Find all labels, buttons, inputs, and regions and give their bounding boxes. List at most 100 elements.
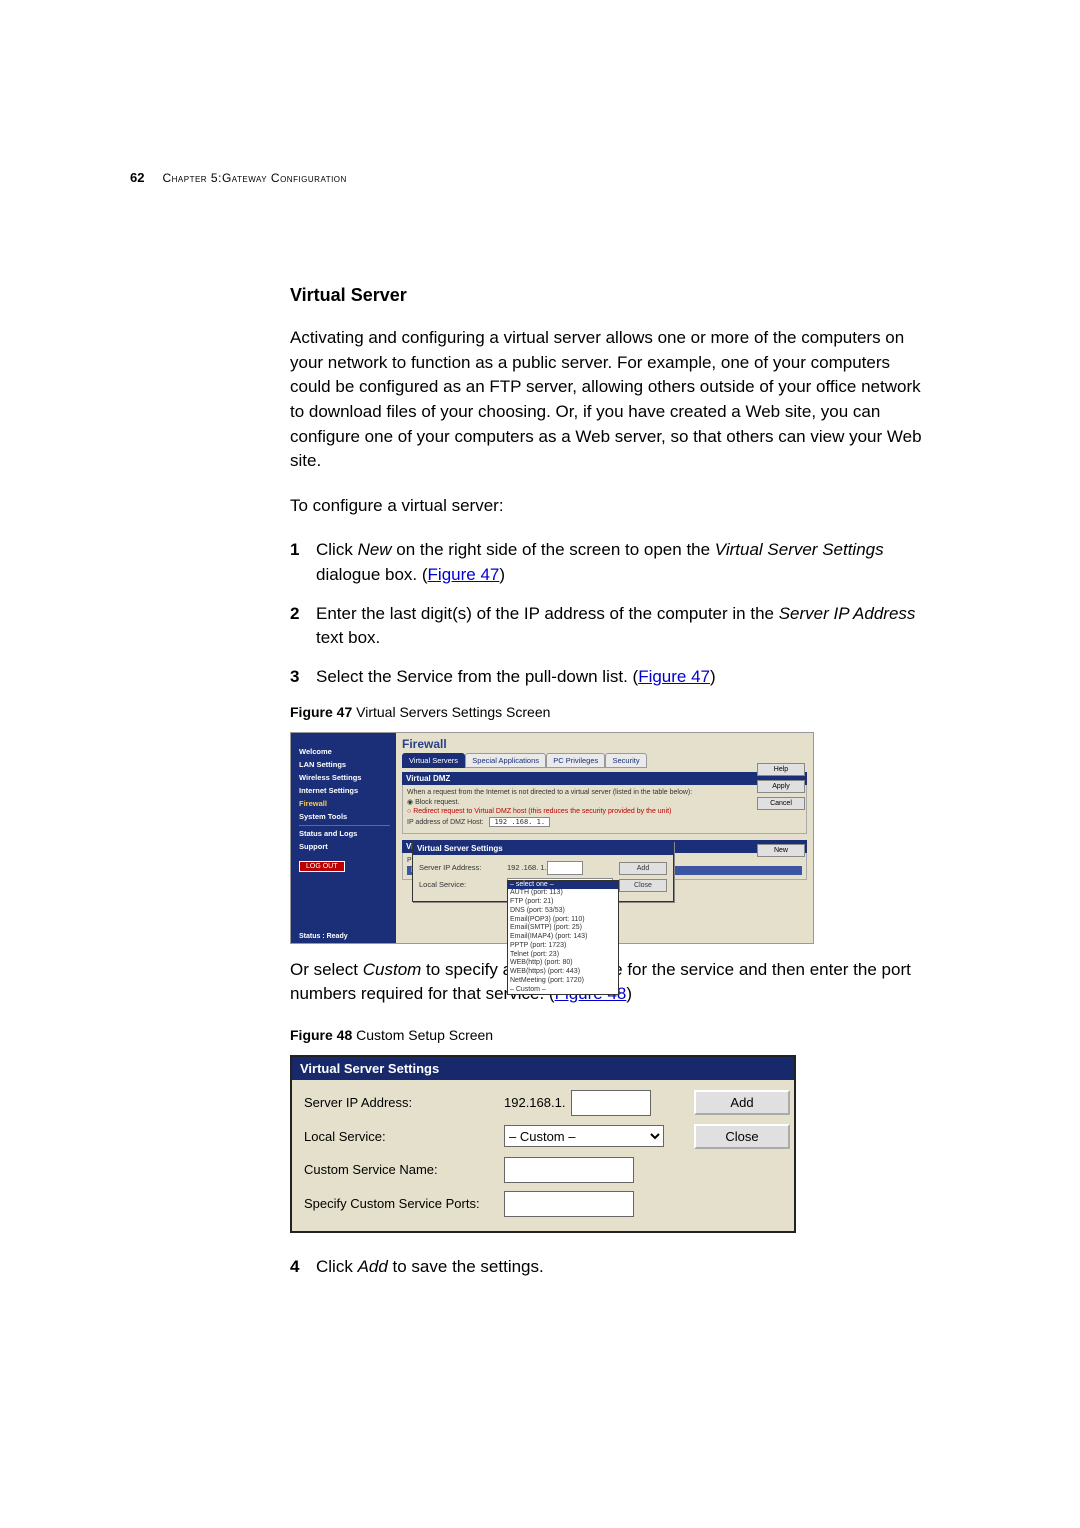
tab-virtual-servers[interactable]: Virtual Servers — [402, 753, 465, 768]
dropdown-option[interactable]: FTP (port: 21) — [508, 898, 618, 907]
chapter-title: Gateway Configuration — [222, 171, 347, 185]
step-number: 3 — [290, 665, 299, 690]
dmz-option-redirect[interactable]: ○ Redirect request to Virtual DMZ host (… — [407, 808, 802, 815]
sidebar-item-internet[interactable]: Internet Settings — [299, 786, 390, 795]
ui-term: Virtual Server Settings — [715, 540, 884, 559]
body-column: Virtual Server Activating and configurin… — [290, 285, 930, 1280]
section-title: Virtual Server — [290, 285, 930, 306]
step-text: Select the Service from the pull-down li… — [316, 667, 638, 686]
sidebar-item-status[interactable]: Status and Logs — [299, 829, 390, 838]
virtual-dmz-panel: When a request from the Internet is not … — [402, 785, 807, 834]
sidebar-item-support[interactable]: Support — [299, 842, 390, 851]
step-4: 4 Click Add to save the settings. — [290, 1255, 930, 1280]
dialog-button-column: Add Close — [619, 862, 667, 892]
step-3: 3 Select the Service from the pull-down … — [290, 665, 930, 690]
dialog-titlebar: Virtual Server Settings — [413, 842, 673, 855]
figure-47-link[interactable]: Figure 47 — [638, 667, 710, 686]
add-button[interactable]: Add — [694, 1090, 790, 1115]
manual-page: 62 Chapter 5: Gateway Configuration Virt… — [0, 0, 1080, 1528]
server-ip-input[interactable] — [571, 1090, 651, 1116]
local-service-select[interactable]: – Custom – — [504, 1125, 664, 1147]
custom-service-ports-label: Specify Custom Service Ports: — [304, 1196, 504, 1212]
step-list: 1 Click New on the right side of the scr… — [290, 538, 930, 689]
sidebar-separator — [299, 825, 390, 826]
router-nav-sidebar: Welcome LAN Settings Wireless Settings I… — [291, 733, 396, 943]
custom-service-name-label: Custom Service Name: — [304, 1162, 504, 1177]
cancel-button[interactable]: Cancel — [757, 797, 805, 810]
step-text: on the right side of the screen to open … — [392, 540, 715, 559]
tab-special-apps[interactable]: Special Applications — [465, 753, 546, 768]
help-button[interactable]: Help — [757, 763, 805, 776]
custom-service-name-input[interactable] — [504, 1157, 634, 1183]
figure-title: Virtual Servers Settings Screen — [352, 704, 550, 720]
ip-prefix: 192 .168. 1. — [507, 863, 547, 872]
step-text: to save the settings. — [388, 1257, 544, 1276]
service-dropdown-list: – select one – AUTH (port: 113) FTP (por… — [507, 880, 619, 996]
step-text: dialogue box. ( — [316, 565, 428, 584]
virtual-server-panel: Please click on the "New" button on the … — [402, 853, 807, 880]
dmz-intro: When a request from the Internet is not … — [407, 789, 802, 796]
dropdown-option[interactable]: – Custom – — [508, 986, 618, 995]
new-button[interactable]: New — [757, 844, 805, 857]
step-text: ) — [710, 667, 716, 686]
dropdown-option[interactable]: Email(IMAP4) (port: 143) — [508, 933, 618, 942]
chapter-prefix: Chapter 5: — [162, 171, 221, 185]
dropdown-option[interactable]: DNS (port: 53/53) — [508, 907, 618, 916]
apply-button[interactable]: Apply — [757, 780, 805, 793]
ip-prefix: 192.168.1. — [504, 1095, 565, 1110]
dropdown-option[interactable]: Email(SMTP) (port: 25) — [508, 924, 618, 933]
intro-paragraph: Activating and configuring a virtual ser… — [290, 326, 930, 474]
dropdown-option[interactable]: Email(POP3) (port: 110) — [508, 916, 618, 925]
sidebar-item-lan[interactable]: LAN Settings — [299, 760, 390, 769]
sidebar-item-firewall[interactable]: Firewall — [299, 799, 390, 808]
figure-title: Custom Setup Screen — [352, 1027, 493, 1043]
tab-security[interactable]: Security — [605, 753, 646, 768]
dialog-titlebar: Virtual Server Settings — [292, 1057, 794, 1080]
figure-label: Figure 47 — [290, 704, 352, 720]
tab-pc-privileges[interactable]: PC Privileges — [546, 753, 605, 768]
figure-48-caption: Figure 48 Custom Setup Screen — [290, 1027, 930, 1043]
add-button[interactable]: Add — [619, 862, 667, 875]
close-button[interactable]: Close — [694, 1124, 790, 1149]
figure-47-caption: Figure 47 Virtual Servers Settings Scree… — [290, 704, 930, 720]
router-main-panel: Firewall Virtual Servers Special Applica… — [396, 733, 813, 943]
dialog-title: Virtual Server Settings — [300, 1061, 439, 1076]
dropdown-option[interactable]: PPTP (port: 1723) — [508, 942, 618, 951]
dropdown-option[interactable]: AUTH (port: 113) — [508, 889, 618, 898]
step-text: Enter the last digit(s) of the IP addres… — [316, 604, 779, 623]
action-button-column: Help Apply Cancel New — [757, 763, 805, 857]
dropdown-option[interactable]: WEB(https) (port: 443) — [508, 968, 618, 977]
status-bar: Status : Ready — [299, 933, 348, 940]
sidebar-item-system[interactable]: System Tools — [299, 812, 390, 821]
step-text: Click — [316, 540, 358, 559]
local-service-label: Local Service: — [419, 880, 507, 889]
local-service-label: Local Service: — [304, 1129, 504, 1144]
close-button[interactable]: Close — [619, 879, 667, 892]
step-1: 1 Click New on the right side of the scr… — [290, 538, 930, 587]
figure-47-screenshot: Welcome LAN Settings Wireless Settings I… — [290, 732, 814, 944]
dropdown-option[interactable]: WEB(http) (port: 80) — [508, 959, 618, 968]
sidebar-item-welcome[interactable]: Welcome — [299, 747, 390, 756]
custom-service-ports-input[interactable] — [504, 1191, 634, 1217]
ui-term: Custom — [363, 960, 422, 979]
dmz-ip-value[interactable]: 192 .168. 1. — [489, 817, 550, 827]
page-number: 62 — [130, 170, 144, 185]
figure-47-link[interactable]: Figure 47 — [428, 565, 500, 584]
figure-label: Figure 48 — [290, 1027, 352, 1043]
dropdown-option[interactable]: Telnet (port: 23) — [508, 951, 618, 960]
step-number: 1 — [290, 538, 299, 563]
dmz-option-block[interactable]: ◉ Block request. — [407, 798, 802, 806]
dropdown-option[interactable]: NetMeeting (port: 1720) — [508, 977, 618, 986]
step-list-continued: 4 Click Add to save the settings. — [290, 1255, 930, 1280]
sidebar-item-wireless[interactable]: Wireless Settings — [299, 773, 390, 782]
dmz-ip-label: IP address of DMZ Host: — [407, 819, 484, 826]
server-ip-input[interactable] — [547, 861, 583, 875]
dropdown-option[interactable]: – select one – — [508, 881, 618, 890]
dmz-ip-row: IP address of DMZ Host: 192 .168. 1. — [407, 817, 802, 827]
ui-term: New — [358, 540, 392, 559]
server-ip-label: Server IP Address: — [419, 863, 507, 872]
page-title: Firewall — [402, 737, 807, 751]
server-ip-label: Server IP Address: — [304, 1095, 504, 1110]
logout-button[interactable]: LOG OUT — [299, 861, 345, 872]
ui-term: Server IP Address — [779, 604, 916, 623]
